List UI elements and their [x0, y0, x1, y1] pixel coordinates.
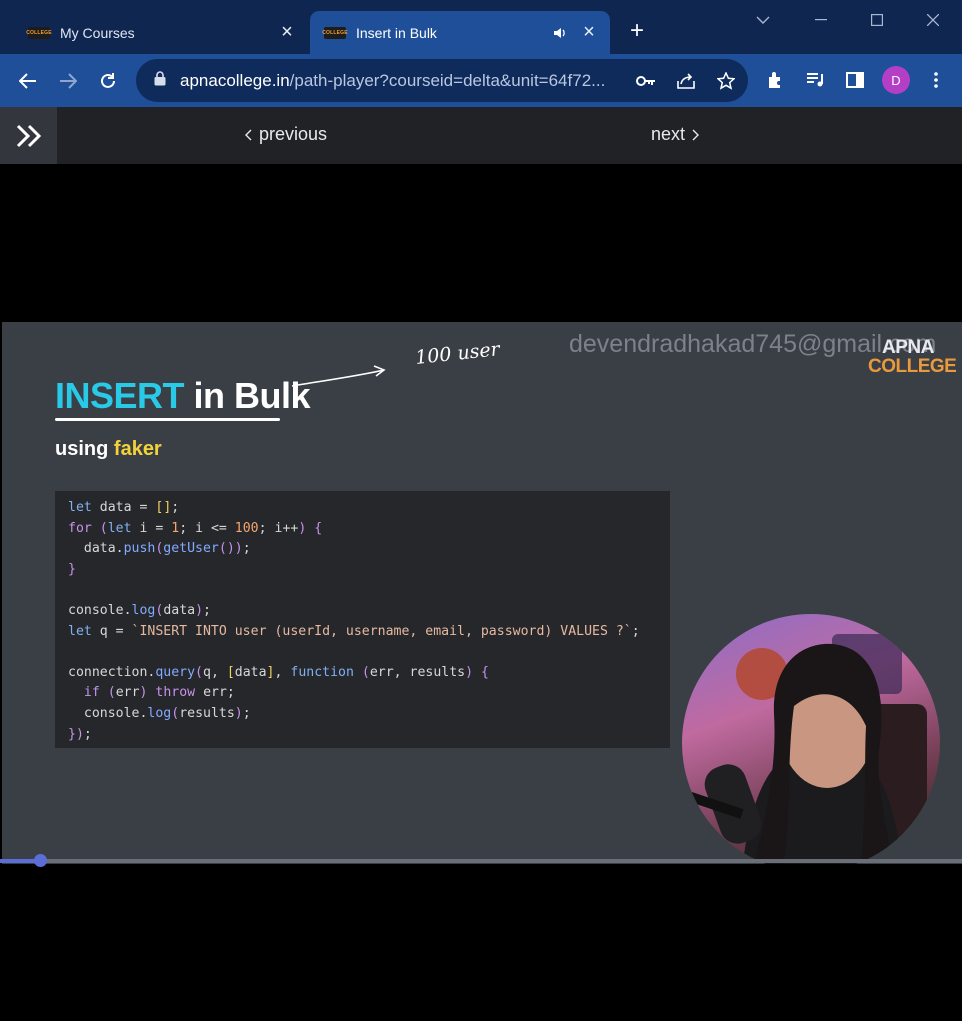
media-queue-icon[interactable]	[804, 68, 828, 92]
annotation-text: 100 user	[414, 342, 502, 369]
code-line: data.push(getUser());	[68, 541, 251, 557]
code-line: if (err) throw err;	[83, 685, 235, 701]
key-icon[interactable]	[634, 69, 658, 93]
title-highlight: INSERT	[55, 375, 185, 416]
side-panel-icon[interactable]	[843, 68, 867, 92]
code-line: for (let i = 1; i <= 100; i++) {	[68, 520, 323, 536]
window-close-icon[interactable]	[910, 6, 956, 34]
minimize-icon[interactable]	[798, 6, 844, 34]
slide-title: INSERT in Bulk	[55, 375, 311, 417]
speaker-icon[interactable]	[550, 27, 570, 39]
maximize-icon[interactable]	[854, 6, 900, 34]
logo-line-1: APNA	[882, 337, 934, 358]
next-label: next	[651, 124, 686, 144]
reload-icon[interactable]	[91, 64, 125, 98]
tab-my-courses[interactable]: COLLEGE My Courses ×	[14, 11, 308, 54]
tab-insert-in-bulk[interactable]: COLLEGE Insert in Bulk ×	[310, 11, 610, 54]
expand-sidebar-icon[interactable]	[0, 107, 57, 164]
back-icon[interactable]	[11, 64, 45, 98]
tab-title: Insert in Bulk	[356, 24, 437, 41]
video-progress-bar[interactable]	[0, 854, 962, 867]
star-icon[interactable]	[714, 69, 738, 93]
chevron-left-icon	[245, 129, 252, 140]
subtitle-prefix: using	[55, 438, 109, 460]
lock-icon[interactable]	[154, 70, 168, 91]
browser-toolbar: apnacollege.in/path-player?courseid=delt…	[0, 54, 962, 107]
code-block: let data = []; for (let i = 1; i <= 100; …	[55, 491, 670, 748]
title-rest: in Bulk	[193, 375, 311, 416]
new-tab-plus-icon[interactable]: +	[624, 18, 650, 44]
url-path: /path-player?courseid=delta&unit=64f72..…	[289, 70, 606, 90]
extensions-icon[interactable]	[764, 68, 788, 92]
tab-search-chevron-icon[interactable]	[740, 6, 786, 34]
logo-line-2: COLLEGE	[868, 356, 957, 377]
profile-avatar[interactable]: D	[882, 66, 910, 94]
slide-subtitle: using faker	[55, 438, 162, 461]
code-line: console.log(results);	[68, 705, 251, 721]
url-host: apnacollege.in	[180, 70, 290, 90]
next-button[interactable]: next	[651, 124, 700, 145]
apna-college-logo: APNA COLLEGE	[868, 337, 957, 377]
progress-scrubber-handle[interactable]	[34, 854, 48, 867]
instructor-webcam	[682, 614, 940, 864]
code-line: let q = `INSERT INTO user (userId, usern…	[68, 623, 640, 639]
video-player[interactable]: devendradhakad745@gmail.com APNA COLLEGE…	[0, 164, 962, 1021]
course-navigation-bar: previous next	[0, 107, 962, 164]
subtitle-highlight: faker	[113, 438, 162, 460]
close-tab-icon[interactable]: ×	[274, 21, 300, 44]
close-tab-icon[interactable]: ×	[576, 21, 602, 44]
share-icon[interactable]	[674, 69, 698, 93]
address-bar[interactable]: apnacollege.in/path-player?courseid=delt…	[136, 59, 748, 102]
url-text[interactable]: apnacollege.in/path-player?courseid=delt…	[180, 71, 630, 91]
tab-title: My Courses	[60, 24, 135, 41]
forward-icon[interactable]	[51, 64, 85, 98]
apna-college-favicon: COLLEGE	[26, 26, 52, 39]
chevron-right-icon	[692, 129, 700, 140]
kebab-menu-icon[interactable]	[924, 68, 948, 92]
code-line: }	[68, 561, 76, 577]
code-line: let data = [];	[68, 500, 180, 515]
code-line: connection.query(q, [data], function (er…	[68, 664, 489, 680]
previous-label: previous	[259, 124, 328, 144]
apna-college-favicon: COLLEGE	[322, 26, 348, 39]
lecture-slide: devendradhakad745@gmail.com APNA COLLEGE…	[2, 322, 962, 864]
code-line: console.log(data);	[68, 602, 211, 618]
previous-button[interactable]: previous	[245, 124, 327, 145]
handwritten-annotation: 100 user	[288, 338, 548, 397]
tab-strip: COLLEGE My Courses × COLLEGE Insert in B…	[0, 0, 962, 54]
code-line: });	[68, 726, 92, 742]
title-underline	[55, 418, 280, 421]
